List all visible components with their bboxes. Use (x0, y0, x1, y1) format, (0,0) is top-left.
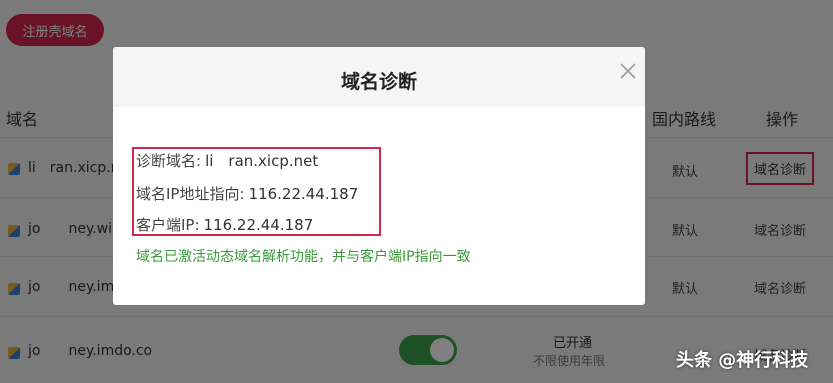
dialog-title: 域名诊断 (340, 71, 417, 93)
domain-diagnosis-dialog: 域名诊断 诊断域名: li ran.xicp.net 域名IP地址指向: 116.2… (113, 47, 645, 305)
client-ip-line: 客户端IP: 116.22.44.187 (136, 214, 313, 235)
close-icon[interactable] (617, 60, 639, 82)
diagnosis-domain-value: li ran.xicp.net (205, 152, 319, 170)
client-ip-value: 116.22.44.187 (203, 216, 314, 234)
domain-ip-label: 域名IP地址指向: (136, 185, 245, 203)
watermark: 头条 @神行科技 (676, 350, 809, 371)
diagnosis-domain-line: 诊断域名: li ran.xicp.net (136, 150, 318, 171)
client-ip-label: 客户端IP: (136, 216, 200, 234)
diagnosis-result-message: 域名已激活动态域名解析功能，并与客户端IP指向一致 (136, 249, 471, 265)
diagnosis-domain-label: 诊断域名: (136, 152, 202, 170)
domain-ip-line: 域名IP地址指向: 116.22.44.187 (136, 183, 358, 204)
domain-ip-value: 116.22.44.187 (248, 185, 359, 203)
